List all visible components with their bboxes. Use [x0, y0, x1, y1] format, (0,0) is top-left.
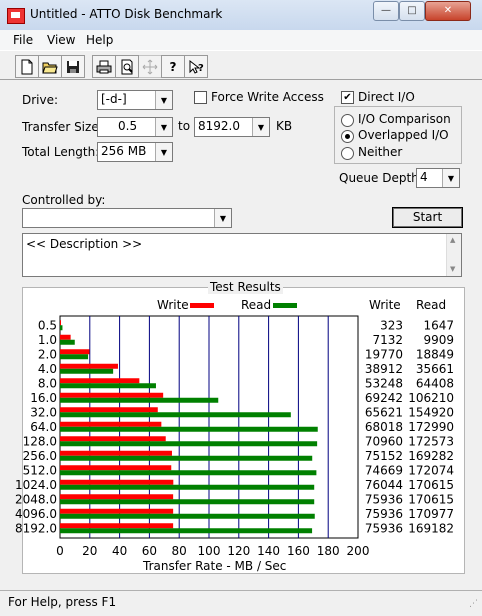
write-bar — [60, 494, 174, 500]
read-value-label: 106210 — [408, 391, 454, 405]
read-bar — [60, 528, 313, 534]
x-tick-label: 140 — [257, 544, 280, 558]
legend-read-swatch — [273, 303, 297, 308]
read-value-label: 170615 — [408, 478, 454, 492]
write-value-label: 75936 — [365, 507, 403, 521]
read-bar — [60, 470, 317, 476]
x-tick-label: 180 — [317, 544, 340, 558]
read-bar — [60, 441, 318, 447]
transfer-size-tick-label: 1.0 — [38, 333, 57, 347]
write-bar — [60, 465, 172, 471]
read-bar — [60, 484, 315, 490]
read-bar — [60, 383, 156, 389]
write-bar — [60, 334, 71, 340]
write-value-label: 74669 — [365, 463, 403, 477]
read-column-header: Read — [416, 298, 447, 312]
write-bar — [60, 421, 162, 427]
transfer-size-tick-label: 256.0 — [23, 449, 57, 463]
read-bar — [60, 397, 219, 403]
transfer-size-tick-label: 8.0 — [38, 376, 57, 390]
read-bar — [60, 426, 318, 432]
write-value-label: 76044 — [365, 478, 403, 492]
x-tick-label: 20 — [82, 544, 97, 558]
transfer-size-tick-label: 16.0 — [30, 391, 57, 405]
x-tick-label: 80 — [172, 544, 187, 558]
x-tick-label: 160 — [287, 544, 310, 558]
read-value-label: 172074 — [408, 463, 454, 477]
write-value-label: 75152 — [365, 449, 403, 463]
legend-read-label: Read — [241, 298, 272, 312]
write-bar — [60, 363, 118, 369]
read-bar — [60, 455, 313, 461]
transfer-size-tick-label: 2048.0 — [15, 492, 57, 506]
read-bar — [60, 412, 291, 418]
read-bar — [60, 354, 89, 360]
write-value-label: 7132 — [372, 333, 403, 347]
read-value-label: 169182 — [408, 521, 454, 535]
transfer-rate-chart: 0 20 40 60 80 100 120 140 160 180 200 0.5 323 1647 1.0… — [15, 315, 454, 558]
write-bar — [60, 407, 158, 413]
write-column-header: Write — [369, 298, 401, 312]
x-axis-label: Transfer Rate - MB / Sec — [143, 559, 287, 573]
x-tick-label: 40 — [112, 544, 127, 558]
read-value-label: 18849 — [416, 347, 454, 361]
read-value-label: 172573 — [408, 434, 454, 448]
write-bar — [60, 320, 61, 326]
read-value-label: 169282 — [408, 449, 454, 463]
transfer-size-tick-label: 8192.0 — [15, 521, 57, 535]
write-value-label: 69242 — [365, 391, 403, 405]
x-tick-label: 100 — [198, 544, 221, 558]
transfer-size-tick-label: 512.0 — [23, 463, 57, 477]
read-bar — [60, 339, 75, 345]
read-value-label: 154920 — [408, 405, 454, 419]
read-bar — [60, 368, 114, 374]
transfer-size-tick-label: 128.0 — [23, 434, 57, 448]
write-bar — [60, 392, 164, 398]
read-value-label: 170977 — [408, 507, 454, 521]
write-bar — [60, 349, 90, 355]
write-value-label: 75936 — [365, 492, 403, 506]
read-value-label: 64408 — [416, 376, 454, 390]
write-value-label: 323 — [380, 318, 403, 332]
write-bar — [60, 523, 174, 529]
x-tick-label: 0 — [56, 544, 64, 558]
write-bar — [60, 508, 174, 514]
transfer-size-tick-label: 4096.0 — [15, 507, 57, 521]
write-bar — [60, 436, 166, 442]
write-bar — [60, 450, 172, 456]
x-tick-label: 60 — [142, 544, 157, 558]
read-value-label: 1647 — [423, 318, 454, 332]
legend-write-swatch — [190, 303, 214, 308]
resize-grip-icon[interactable]: ⋰ — [469, 599, 478, 609]
write-value-label: 70960 — [365, 434, 403, 448]
write-value-label: 38912 — [365, 362, 403, 376]
transfer-size-tick-label: 32.0 — [30, 405, 57, 419]
write-bar — [60, 378, 140, 384]
transfer-size-tick-label: 64.0 — [30, 420, 57, 434]
write-value-label: 53248 — [365, 376, 403, 390]
x-tick-label: 120 — [227, 544, 250, 558]
write-value-label: 75936 — [365, 521, 403, 535]
read-value-label: 172990 — [408, 420, 454, 434]
read-value-label: 9909 — [423, 333, 454, 347]
transfer-size-tick-label: 2.0 — [38, 347, 57, 361]
transfer-size-tick-label: 0.5 — [38, 318, 57, 332]
transfer-size-tick-label: 4.0 — [38, 362, 57, 376]
read-bar — [60, 325, 63, 331]
write-value-label: 19770 — [365, 347, 403, 361]
write-value-label: 65621 — [365, 405, 403, 419]
app-window: Untitled - ATTO Disk Benchmark — □ ✕ Fil… — [0, 0, 482, 616]
read-bar — [60, 499, 315, 505]
status-text: For Help, press F1 — [8, 595, 117, 609]
read-value-label: 170615 — [408, 492, 454, 506]
status-bar: For Help, press F1 ⋰ — [0, 590, 482, 616]
read-bar — [60, 513, 315, 519]
write-bar — [60, 479, 174, 485]
read-value-label: 35661 — [416, 362, 454, 376]
write-value-label: 68018 — [365, 420, 403, 434]
legend-write-label: Write — [157, 298, 189, 312]
x-tick-label: 200 — [347, 544, 370, 558]
transfer-size-tick-label: 1024.0 — [15, 478, 57, 492]
